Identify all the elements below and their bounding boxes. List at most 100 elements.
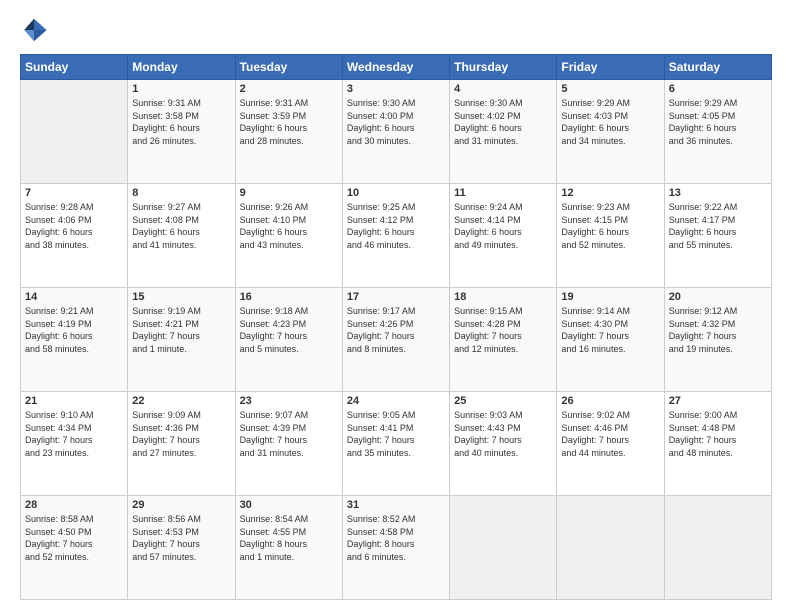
day-info: Sunrise: 9:29 AM Sunset: 4:05 PM Dayligh…	[669, 97, 767, 147]
day-info: Sunrise: 9:30 AM Sunset: 4:02 PM Dayligh…	[454, 97, 552, 147]
weekday-thursday: Thursday	[450, 55, 557, 80]
day-number: 9	[240, 187, 338, 199]
day-info: Sunrise: 8:54 AM Sunset: 4:55 PM Dayligh…	[240, 513, 338, 563]
weekday-header-row: SundayMondayTuesdayWednesdayThursdayFrid…	[21, 55, 772, 80]
day-number: 14	[25, 291, 123, 303]
day-number: 19	[561, 291, 659, 303]
day-info: Sunrise: 9:24 AM Sunset: 4:14 PM Dayligh…	[454, 201, 552, 251]
day-number: 22	[132, 395, 230, 407]
day-number: 12	[561, 187, 659, 199]
calendar-cell: 30 Sunrise: 8:54 AM Sunset: 4:55 PM Dayli…	[235, 496, 342, 600]
day-number: 21	[25, 395, 123, 407]
day-number: 5	[561, 83, 659, 95]
day-info: Sunrise: 9:31 AM Sunset: 3:59 PM Dayligh…	[240, 97, 338, 147]
calendar-cell: 2 Sunrise: 9:31 AM Sunset: 3:59 PM Daylig…	[235, 80, 342, 184]
calendar-week-4: 21 Sunrise: 9:10 AM Sunset: 4:34 PM Dayli…	[21, 392, 772, 496]
weekday-saturday: Saturday	[664, 55, 771, 80]
day-info: Sunrise: 9:15 AM Sunset: 4:28 PM Dayligh…	[454, 305, 552, 355]
day-number: 26	[561, 395, 659, 407]
calendar-cell: 18 Sunrise: 9:15 AM Sunset: 4:28 PM Dayli…	[450, 288, 557, 392]
calendar-week-2: 7Sunrise: 9:28 AM Sunset: 4:06 PM Daylig…	[21, 184, 772, 288]
day-info: Sunrise: 9:26 AM Sunset: 4:10 PM Dayligh…	[240, 201, 338, 251]
day-number: 3	[347, 83, 445, 95]
calendar-cell	[450, 496, 557, 600]
day-number: 10	[347, 187, 445, 199]
day-number: 6	[669, 83, 767, 95]
day-info: Sunrise: 9:29 AM Sunset: 4:03 PM Dayligh…	[561, 97, 659, 147]
calendar-page: SundayMondayTuesdayWednesdayThursdayFrid…	[0, 0, 792, 612]
calendar-cell: 24 Sunrise: 9:05 AM Sunset: 4:41 PM Dayli…	[342, 392, 449, 496]
day-info: Sunrise: 9:19 AM Sunset: 4:21 PM Dayligh…	[132, 305, 230, 355]
weekday-sunday: Sunday	[21, 55, 128, 80]
day-number: 24	[347, 395, 445, 407]
calendar-cell: 1Sunrise: 9:31 AM Sunset: 3:58 PM Daylig…	[128, 80, 235, 184]
day-info: Sunrise: 9:17 AM Sunset: 4:26 PM Dayligh…	[347, 305, 445, 355]
calendar-cell: 15 Sunrise: 9:19 AM Sunset: 4:21 PM Dayli…	[128, 288, 235, 392]
day-info: Sunrise: 9:05 AM Sunset: 4:41 PM Dayligh…	[347, 409, 445, 459]
calendar-cell: 27Sunrise: 9:00 AM Sunset: 4:48 PM Dayli…	[664, 392, 771, 496]
calendar-cell: 8Sunrise: 9:27 AM Sunset: 4:08 PM Daylig…	[128, 184, 235, 288]
calendar-week-3: 14 Sunrise: 9:21 AM Sunset: 4:19 PM Dayli…	[21, 288, 772, 392]
day-info: Sunrise: 9:14 AM Sunset: 4:30 PM Dayligh…	[561, 305, 659, 355]
calendar-cell: 6 Sunrise: 9:29 AM Sunset: 4:05 PM Daylig…	[664, 80, 771, 184]
calendar-cell: 16Sunrise: 9:18 AM Sunset: 4:23 PM Dayli…	[235, 288, 342, 392]
logo	[20, 16, 52, 44]
weekday-tuesday: Tuesday	[235, 55, 342, 80]
day-info: Sunrise: 8:56 AM Sunset: 4:53 PM Dayligh…	[132, 513, 230, 563]
calendar-cell: 31Sunrise: 8:52 AM Sunset: 4:58 PM Dayli…	[342, 496, 449, 600]
day-number: 30	[240, 499, 338, 511]
day-info: Sunrise: 9:12 AM Sunset: 4:32 PM Dayligh…	[669, 305, 767, 355]
calendar-week-5: 28 Sunrise: 8:58 AM Sunset: 4:50 PM Dayli…	[21, 496, 772, 600]
calendar-cell: 3 Sunrise: 9:30 AM Sunset: 4:00 PM Daylig…	[342, 80, 449, 184]
day-info: Sunrise: 9:03 AM Sunset: 4:43 PM Dayligh…	[454, 409, 552, 459]
calendar-cell: 20Sunrise: 9:12 AM Sunset: 4:32 PM Dayli…	[664, 288, 771, 392]
day-info: Sunrise: 9:23 AM Sunset: 4:15 PM Dayligh…	[561, 201, 659, 251]
day-number: 2	[240, 83, 338, 95]
calendar-cell: 9 Sunrise: 9:26 AM Sunset: 4:10 PM Daylig…	[235, 184, 342, 288]
day-info: Sunrise: 9:27 AM Sunset: 4:08 PM Dayligh…	[132, 201, 230, 251]
calendar-cell: 11 Sunrise: 9:24 AM Sunset: 4:14 PM Dayli…	[450, 184, 557, 288]
calendar-cell: 10 Sunrise: 9:25 AM Sunset: 4:12 PM Dayli…	[342, 184, 449, 288]
day-info: Sunrise: 8:58 AM Sunset: 4:50 PM Dayligh…	[25, 513, 123, 563]
day-number: 16	[240, 291, 338, 303]
day-number: 18	[454, 291, 552, 303]
calendar-week-1: 1Sunrise: 9:31 AM Sunset: 3:58 PM Daylig…	[21, 80, 772, 184]
calendar-cell: 29Sunrise: 8:56 AM Sunset: 4:53 PM Dayli…	[128, 496, 235, 600]
day-number: 4	[454, 83, 552, 95]
calendar-cell: 25 Sunrise: 9:03 AM Sunset: 4:43 PM Dayli…	[450, 392, 557, 496]
day-number: 25	[454, 395, 552, 407]
calendar-cell	[557, 496, 664, 600]
calendar-cell: 26 Sunrise: 9:02 AM Sunset: 4:46 PM Dayli…	[557, 392, 664, 496]
day-number: 11	[454, 187, 552, 199]
day-info: Sunrise: 9:09 AM Sunset: 4:36 PM Dayligh…	[132, 409, 230, 459]
logo-icon	[20, 16, 48, 44]
day-info: Sunrise: 9:21 AM Sunset: 4:19 PM Dayligh…	[25, 305, 123, 355]
calendar-cell: 13 Sunrise: 9:22 AM Sunset: 4:17 PM Dayli…	[664, 184, 771, 288]
calendar-cell: 7Sunrise: 9:28 AM Sunset: 4:06 PM Daylig…	[21, 184, 128, 288]
day-number: 23	[240, 395, 338, 407]
calendar-table: SundayMondayTuesdayWednesdayThursdayFrid…	[20, 54, 772, 600]
day-info: Sunrise: 9:22 AM Sunset: 4:17 PM Dayligh…	[669, 201, 767, 251]
header	[20, 16, 772, 44]
calendar-cell: 4 Sunrise: 9:30 AM Sunset: 4:02 PM Daylig…	[450, 80, 557, 184]
day-info: Sunrise: 9:00 AM Sunset: 4:48 PM Dayligh…	[669, 409, 767, 459]
day-number: 31	[347, 499, 445, 511]
day-info: Sunrise: 9:02 AM Sunset: 4:46 PM Dayligh…	[561, 409, 659, 459]
day-info: Sunrise: 9:31 AM Sunset: 3:58 PM Dayligh…	[132, 97, 230, 147]
calendar-cell: 5 Sunrise: 9:29 AM Sunset: 4:03 PM Daylig…	[557, 80, 664, 184]
day-info: Sunrise: 9:10 AM Sunset: 4:34 PM Dayligh…	[25, 409, 123, 459]
calendar-cell: 28 Sunrise: 8:58 AM Sunset: 4:50 PM Dayli…	[21, 496, 128, 600]
calendar-cell: 14 Sunrise: 9:21 AM Sunset: 4:19 PM Dayli…	[21, 288, 128, 392]
day-number: 13	[669, 187, 767, 199]
day-number: 15	[132, 291, 230, 303]
weekday-monday: Monday	[128, 55, 235, 80]
calendar-cell	[664, 496, 771, 600]
calendar-cell: 17Sunrise: 9:17 AM Sunset: 4:26 PM Dayli…	[342, 288, 449, 392]
calendar-cell: 12 Sunrise: 9:23 AM Sunset: 4:15 PM Dayli…	[557, 184, 664, 288]
day-number: 28	[25, 499, 123, 511]
calendar-cell: 21 Sunrise: 9:10 AM Sunset: 4:34 PM Dayli…	[21, 392, 128, 496]
day-info: Sunrise: 9:30 AM Sunset: 4:00 PM Dayligh…	[347, 97, 445, 147]
calendar-cell: 23Sunrise: 9:07 AM Sunset: 4:39 PM Dayli…	[235, 392, 342, 496]
day-info: Sunrise: 9:25 AM Sunset: 4:12 PM Dayligh…	[347, 201, 445, 251]
calendar-cell: 19 Sunrise: 9:14 AM Sunset: 4:30 PM Dayli…	[557, 288, 664, 392]
